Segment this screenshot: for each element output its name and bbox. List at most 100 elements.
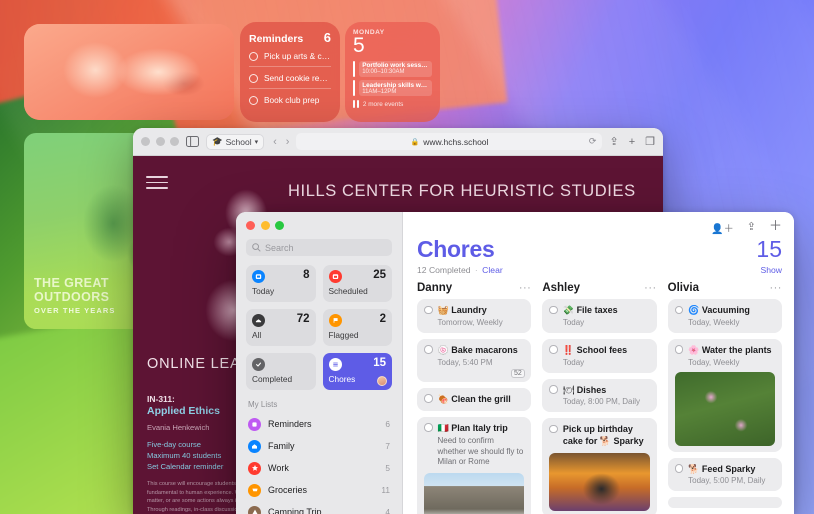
reminders-widget-header: Reminders 6 — [249, 30, 331, 45]
today-count: 8 — [303, 269, 310, 281]
clear-button[interactable]: Clear — [482, 265, 503, 275]
task-title: Clean the grill — [451, 393, 511, 404]
task-checkbox[interactable] — [424, 423, 433, 432]
task-card[interactable]: 🌸 Water the plants Today, Weekly — [667, 338, 782, 452]
task-card[interactable]: 🇮🇹 Plan Italy trip Need to confirm wheth… — [417, 416, 532, 514]
task-card[interactable]: 🍽 Dishes Today, 8:00 PM, Daily — [542, 378, 657, 413]
reminders-widget[interactable]: Reminders 6 Pick up arts & cr… Send cook… — [240, 22, 340, 122]
task-title: Pick up birthday cake for 🐕 Sparky — [562, 424, 644, 447]
close-icon[interactable] — [141, 137, 150, 146]
search-input[interactable]: Search — [246, 239, 392, 256]
today-icon — [252, 270, 265, 283]
reload-icon[interactable]: ⟳ — [589, 136, 597, 147]
column-menu-icon[interactable]: ··· — [769, 283, 782, 293]
safari-profile-button[interactable]: 🎓 School ▾ — [206, 133, 265, 150]
task-card-partial[interactable] — [667, 497, 782, 509]
calendar-event[interactable]: Portfolio work session 10:00–10:30AM — [353, 60, 432, 77]
smart-list-completed[interactable]: Completed — [246, 353, 316, 390]
checkbox-icon[interactable] — [249, 51, 258, 61]
reminders-widget-item[interactable]: Pick up arts & cr… — [249, 45, 331, 67]
scheduled-count: 25 — [373, 269, 386, 281]
sidebar-toggle-icon[interactable] — [186, 136, 199, 147]
forward-button[interactable]: › — [286, 136, 290, 148]
task-checkbox[interactable] — [549, 424, 558, 434]
column-menu-icon[interactable]: ··· — [644, 283, 657, 293]
share-icon[interactable]: ⇪ — [747, 220, 756, 235]
today-label: Today — [252, 286, 275, 296]
smart-list-all[interactable]: 72 All — [246, 309, 316, 346]
share-icon[interactable]: ⇪ — [609, 135, 618, 148]
task-tag[interactable]: 52 — [510, 368, 526, 378]
add-reminder-icon[interactable]: ＋ — [769, 219, 782, 235]
minimize-icon[interactable] — [260, 221, 270, 230]
minimize-icon[interactable] — [155, 137, 165, 146]
sidebar-item-work[interactable]: Work 5 — [246, 457, 392, 479]
task-checkbox[interactable] — [674, 305, 684, 315]
back-button[interactable]: ‹ — [273, 136, 277, 148]
task-card[interactable]: 🧺 Laundry Tomorrow, Weekly — [417, 299, 532, 333]
checkbox-icon[interactable] — [249, 73, 258, 83]
close-icon[interactable] — [246, 221, 255, 230]
task-checkbox[interactable] — [424, 305, 433, 315]
reminders-widget-item-label: Send cookie reci… — [264, 73, 331, 83]
event-time: 11AM–12PM — [362, 88, 397, 95]
task-checkbox[interactable] — [424, 394, 433, 403]
add-person-icon[interactable]: 👤＋ — [711, 220, 733, 235]
window-traffic-lights[interactable] — [246, 221, 392, 230]
smart-list-today[interactable]: 8 Today — [246, 265, 316, 302]
task-card[interactable]: 🐕 Feed Sparky Today, 5:00 PM, Daily — [667, 457, 782, 492]
window-traffic-lights[interactable] — [141, 137, 179, 146]
maximize-icon[interactable] — [170, 137, 179, 146]
smart-list-chores[interactable]: 15 Chores — [322, 353, 392, 390]
all-icon — [252, 314, 265, 327]
calendar-widget[interactable]: MONDAY 5 Portfolio work session 10:00–10… — [345, 22, 440, 122]
checkbox-icon[interactable] — [249, 95, 258, 105]
smart-list-flagged[interactable]: 2 Flagged — [322, 309, 392, 346]
task-checkbox[interactable] — [549, 305, 558, 315]
task-title: Dishes — [576, 384, 607, 395]
desktop: Reminders 6 Pick up arts & cr… Send cook… — [0, 0, 814, 514]
task-checkbox[interactable] — [674, 345, 684, 354]
hamburger-menu-icon[interactable] — [146, 172, 168, 193]
task-card[interactable]: 🍥 Bake macarons Today, 5:40 PM 52 — [417, 338, 532, 382]
tab-overview-icon[interactable]: ❐ — [645, 135, 655, 148]
photos-widget[interactable] — [24, 24, 234, 120]
task-checkbox[interactable] — [549, 345, 558, 354]
profile-label: School — [225, 136, 252, 147]
column-menu-icon[interactable]: ··· — [519, 283, 532, 293]
sidebar-item-camping-trip[interactable]: Camping Trip 4 — [246, 501, 392, 514]
reminders-window[interactable]: Search 8 Today 25 Scheduled 72 All 2 Fla… — [236, 212, 794, 514]
italy-photo — [424, 473, 525, 514]
smart-list-tiles: 8 Today 25 Scheduled 72 All 2 Flagged Co… — [246, 265, 392, 390]
sidebar-item-groceries[interactable]: Groceries 11 — [246, 479, 392, 501]
task-checkbox[interactable] — [674, 464, 684, 473]
task-emoji: 💸 — [562, 305, 575, 316]
task-emoji: 🐕 — [688, 463, 700, 474]
task-card[interactable]: ‼️ School fees Today — [542, 338, 657, 373]
sidebar-item-family[interactable]: Family 7 — [246, 435, 392, 457]
task-card[interactable]: 💸 File taxes Today — [542, 299, 657, 333]
task-checkbox[interactable] — [549, 385, 558, 394]
chores-count: 15 — [373, 357, 386, 369]
task-card[interactable]: 🌀 Vacuuming Today, Weekly — [667, 299, 782, 333]
task-title: Water the plants — [701, 344, 772, 355]
show-completed-button[interactable]: Show — [756, 265, 783, 275]
maximize-icon[interactable] — [275, 221, 284, 230]
event-color-bar — [353, 60, 356, 77]
calendar-more-events[interactable]: 2 more events — [353, 100, 432, 109]
dog-photo-image — [24, 24, 234, 120]
task-card[interactable]: Pick up birthday cake for 🐕 Sparky — [542, 418, 657, 514]
reminders-widget-item[interactable]: Book club prep — [249, 89, 331, 110]
completed-count-label: 12 Completed — [417, 265, 471, 276]
task-checkbox[interactable] — [424, 345, 433, 354]
task-card[interactable]: 🍖 Clean the grill — [417, 387, 532, 411]
calendar-event[interactable]: Leadership skills wor… 11AM–12PM — [353, 80, 432, 97]
reminders-widget-item[interactable]: Send cookie reci… — [249, 67, 331, 89]
new-tab-icon[interactable]: + — [629, 136, 635, 148]
address-bar[interactable]: 🔒 www.hchs.school ⟳ — [296, 133, 603, 150]
task-subtitle: Today, 8:00 PM, Daily — [562, 397, 641, 407]
smart-list-scheduled[interactable]: 25 Scheduled — [322, 265, 392, 302]
sidebar-item-count: 5 — [385, 463, 390, 473]
sidebar-item-reminders[interactable]: Reminders 6 — [246, 413, 392, 435]
search-icon — [252, 243, 261, 252]
